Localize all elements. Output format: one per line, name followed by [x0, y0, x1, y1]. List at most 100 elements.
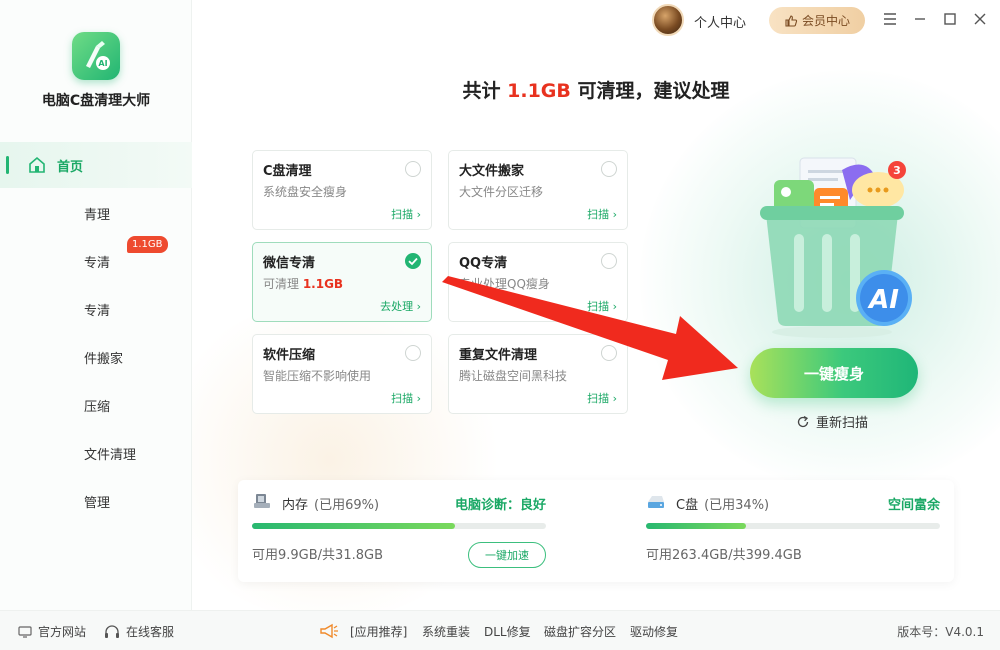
card-process-link[interactable]: 去处理 ›	[380, 298, 421, 314]
sidebar-item-qq[interactable]: 专清	[0, 286, 192, 332]
online-support-label: 在线客服	[126, 625, 175, 639]
footer-link-reinstall[interactable]: 系统重装	[422, 623, 470, 640]
card-scan-link[interactable]: 扫描 ›	[587, 390, 617, 406]
page-title: 共计 1.1GB 可清理，建议处理	[192, 76, 1000, 103]
minimize-icon[interactable]	[912, 11, 928, 27]
rescan-button[interactable]: 重新扫描	[796, 412, 868, 431]
footer: 官方网站 在线客服 [应用推荐] 系统重装 DLL修复 磁盘扩容分区 驱动修复 …	[0, 610, 1000, 650]
card-checkbox-checked[interactable]	[405, 253, 421, 269]
website-label: 官方网站	[38, 625, 87, 639]
card-big-file-move[interactable]: 大文件搬家 大文件分区迁移 扫描 ›	[448, 150, 628, 230]
disk-used: (已用34%)	[704, 498, 770, 513]
disk-icon	[648, 496, 664, 508]
megaphone-icon	[320, 623, 338, 639]
memory-usage-fill	[252, 523, 455, 529]
card-title: 软件压缩	[263, 348, 316, 363]
maximize-icon[interactable]	[942, 11, 958, 27]
disk-label: C盘	[676, 498, 699, 513]
card-software-compress[interactable]: 软件压缩 智能压缩不影响使用 扫描 ›	[252, 334, 432, 414]
headline-suffix: 可清理，建议处理	[570, 80, 730, 102]
sidebar-item-clean[interactable]: 青理	[0, 190, 192, 236]
card-desc-size: 1.1GB	[302, 277, 344, 291]
active-indicator	[6, 156, 9, 174]
menu-icon[interactable]	[882, 11, 898, 27]
card-desc: 智能压缩不影响使用	[263, 369, 372, 383]
svg-text:AI: AI	[98, 59, 107, 68]
sidebar-item-label: 青理	[84, 207, 111, 223]
home-icon	[29, 156, 45, 173]
sidebar-item-manage[interactable]: 管理	[0, 478, 192, 524]
avatar[interactable]	[652, 4, 684, 36]
card-checkbox[interactable]	[601, 253, 617, 269]
sidebar-item-label: 压缩	[84, 399, 111, 415]
card-c-drive-clean[interactable]: C盘清理 系统盘安全瘦身 扫描 ›	[252, 150, 432, 230]
version-label: 版本号：V4.0.1	[897, 625, 984, 639]
memory-label: 内存	[282, 498, 309, 513]
memory-icon	[254, 494, 270, 508]
card-scan-link[interactable]: 扫描 ›	[587, 206, 617, 222]
memory-stat: 内存 (已用69%) 电脑诊断：良好 可用9.9GB/共31.8GB 一键加速	[252, 480, 546, 582]
card-title: QQ专清	[459, 256, 508, 271]
website-link[interactable]: 官方网站	[18, 623, 86, 640]
card-scan-link[interactable]: 扫描 ›	[391, 390, 421, 406]
disk-usage-fill	[646, 523, 746, 529]
app-logo-icon: AI	[72, 32, 120, 80]
app-window: AI 电脑C盘清理大师 首页 青理 专清 1.1GB 专清 件搬家 压缩 文件清…	[0, 0, 1000, 650]
memory-used: (已用69%)	[314, 498, 380, 513]
footer-link-disk-partition[interactable]: 磁盘扩容分区	[544, 623, 616, 640]
checkmark-icon	[408, 257, 418, 266]
card-checkbox[interactable]	[405, 161, 421, 177]
disk-stat: C盘 (已用34%) 空间富余 可用263.4GB/共399.4GB	[646, 480, 940, 582]
trash-can-illustration-icon: 3 AI	[760, 157, 912, 338]
rescan-label: 重新扫描	[816, 416, 869, 431]
close-icon[interactable]	[972, 11, 988, 27]
red-arrow-icon	[442, 276, 738, 380]
card-title: 大文件搬家	[459, 164, 525, 179]
card-desc: 大文件分区迁移	[459, 185, 544, 199]
headline-size: 1.1GB	[507, 80, 571, 102]
sidebar-item-label: 文件清理	[84, 447, 137, 463]
ai-badge-label: AI	[867, 285, 899, 315]
thumbs-up-icon	[785, 14, 798, 27]
disk-detail: 可用263.4GB/共399.4GB	[646, 548, 802, 563]
footer-link-driver-fix[interactable]: 驱动修复	[630, 623, 678, 640]
vip-center-button[interactable]: 会员中心	[769, 7, 865, 34]
sidebar-item-duplicate[interactable]: 文件清理	[0, 430, 192, 476]
card-title: 微信专清	[263, 256, 316, 271]
monitor-icon	[18, 625, 32, 638]
vip-center-label: 会员中心	[801, 14, 850, 28]
one-click-slim-button[interactable]: 一键瘦身	[750, 348, 918, 398]
system-stats-panel: 内存 (已用69%) 电脑诊断：良好 可用9.9GB/共31.8GB 一键加速 C…	[238, 480, 954, 582]
footer-link-dll-fix[interactable]: DLL修复	[484, 623, 531, 640]
memory-detail: 可用9.9GB/共31.8GB	[252, 548, 383, 563]
memory-usage-bar	[252, 523, 546, 529]
speed-up-button[interactable]: 一键加速	[468, 542, 546, 568]
headset-icon	[105, 624, 119, 638]
notification-count: 3	[893, 164, 901, 177]
card-desc: 可清理 1.1GB	[263, 275, 343, 292]
sidebar-item-home[interactable]: 首页	[0, 142, 192, 188]
card-scan-link[interactable]: 扫描 ›	[391, 206, 421, 222]
card-checkbox[interactable]	[601, 161, 617, 177]
card-wechat-clean[interactable]: 微信专清 可清理 1.1GB 去处理 ›	[252, 242, 432, 322]
sidebar-item-move[interactable]: 件搬家	[0, 334, 192, 380]
card-checkbox[interactable]	[405, 345, 421, 361]
sidebar-size-badge: 1.1GB	[127, 236, 168, 253]
sidebar-item-label: 专清	[84, 303, 111, 319]
sidebar-item-compress[interactable]: 压缩	[0, 382, 192, 428]
card-desc-prefix: 可清理	[263, 277, 303, 291]
disk-usage-bar	[646, 523, 940, 529]
sidebar-item-label: 专清	[84, 255, 111, 271]
sidebar: AI 电脑C盘清理大师 首页 青理 专清 1.1GB 专清 件搬家 压缩 文件清…	[0, 0, 192, 610]
sidebar-item-label: 首页	[57, 159, 84, 175]
headline-prefix: 共计	[462, 80, 508, 102]
app-recommend-label: [应用推荐]	[350, 625, 408, 639]
sidebar-item-label: 件搬家	[84, 351, 124, 367]
card-desc: 系统盘安全瘦身	[263, 185, 348, 199]
app-name: 电脑C盘清理大师	[41, 93, 151, 109]
online-support-link[interactable]: 在线客服	[104, 623, 174, 640]
disk-status: 空间富余	[887, 498, 940, 513]
user-center-link[interactable]: 个人中心	[694, 12, 746, 31]
sidebar-item-label: 管理	[84, 495, 111, 511]
memory-status: 电脑诊断：良好	[454, 498, 546, 513]
